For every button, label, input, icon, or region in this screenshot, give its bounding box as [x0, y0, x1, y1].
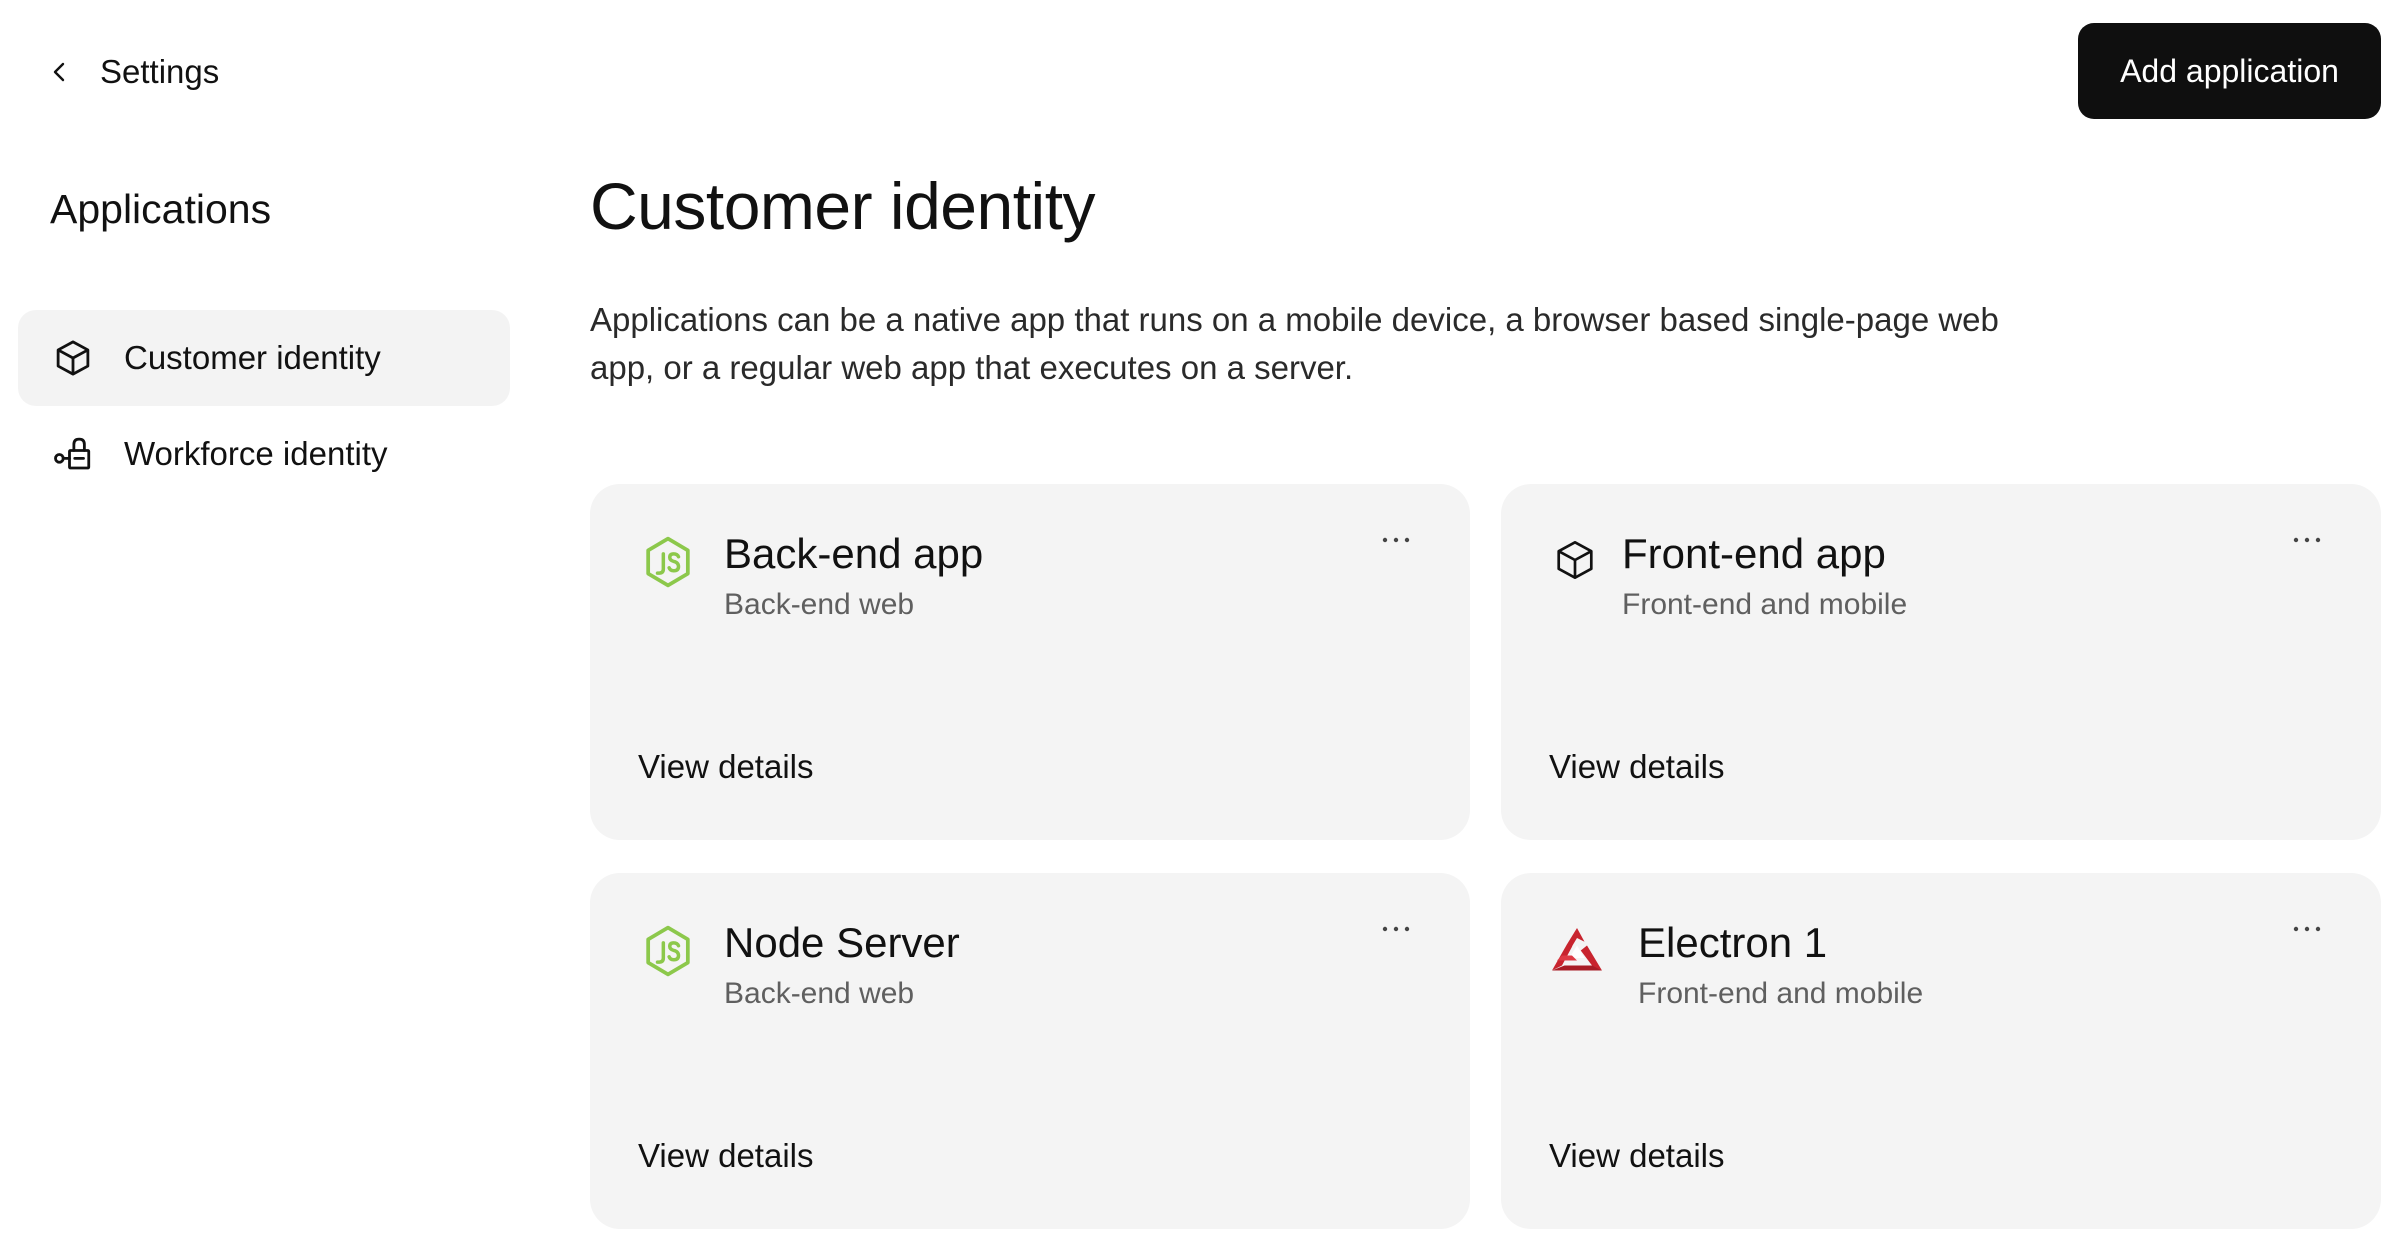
back-link-label: Settings	[100, 53, 220, 90]
application-card-electron-1: Electron 1 Front-end and mobile View det…	[1501, 873, 2381, 1229]
more-horizontal-icon	[2293, 926, 2321, 932]
view-details-link[interactable]: View details	[1549, 1137, 1725, 1175]
application-name: Node Server	[724, 919, 960, 966]
back-to-settings-link[interactable]: Settings	[48, 48, 219, 96]
chevron-left-icon	[53, 62, 65, 82]
nodejs-icon	[640, 923, 696, 979]
cube-icon	[1547, 532, 1603, 588]
application-card-node-server: Node Server Back-end web View details	[590, 873, 1470, 1229]
more-horizontal-icon	[1382, 537, 1410, 543]
add-application-button[interactable]: Add application	[2078, 23, 2381, 119]
more-horizontal-icon	[2293, 537, 2321, 543]
page-title: Customer identity	[590, 169, 1096, 243]
sidebar-item-workforce-identity[interactable]: Workforce identity	[18, 406, 510, 502]
electron-icon	[1547, 923, 1607, 983]
application-name: Front-end app	[1622, 530, 1886, 577]
settings-applications-page: Settings Add application Applications Cu…	[0, 0, 2400, 1248]
application-type: Front-end and mobile	[1622, 588, 1908, 621]
more-horizontal-icon	[1382, 926, 1410, 932]
more-options-button[interactable]	[2287, 520, 2327, 560]
sidebar-item-customer-identity[interactable]: Customer identity	[18, 310, 510, 406]
more-options-button[interactable]	[1376, 520, 1416, 560]
sidebar-item-label: Workforce identity	[124, 435, 388, 472]
nodejs-icon	[640, 534, 696, 590]
view-details-link[interactable]: View details	[1549, 748, 1725, 786]
application-type: Front-end and mobile	[1638, 977, 1924, 1010]
application-card-front-end-app: Front-end app Front-end and mobile View …	[1501, 484, 2381, 840]
sidebar-title: Applications	[50, 186, 272, 232]
application-name: Back-end app	[724, 530, 984, 577]
more-options-button[interactable]	[2287, 909, 2327, 949]
application-type: Back-end web	[724, 588, 915, 621]
application-card-back-end-app: Back-end app Back-end web View details	[590, 484, 1470, 840]
application-name: Electron 1	[1638, 919, 1828, 966]
cube-icon	[56, 340, 90, 376]
view-details-link[interactable]: View details	[638, 1137, 814, 1175]
page-description: Applications can be a native app that ru…	[590, 301, 1999, 386]
sidebar-item-label: Customer identity	[124, 339, 381, 376]
more-options-button[interactable]	[1376, 909, 1416, 949]
view-details-link[interactable]: View details	[638, 748, 814, 786]
workforce-icon	[54, 437, 91, 470]
application-type: Back-end web	[724, 977, 915, 1010]
